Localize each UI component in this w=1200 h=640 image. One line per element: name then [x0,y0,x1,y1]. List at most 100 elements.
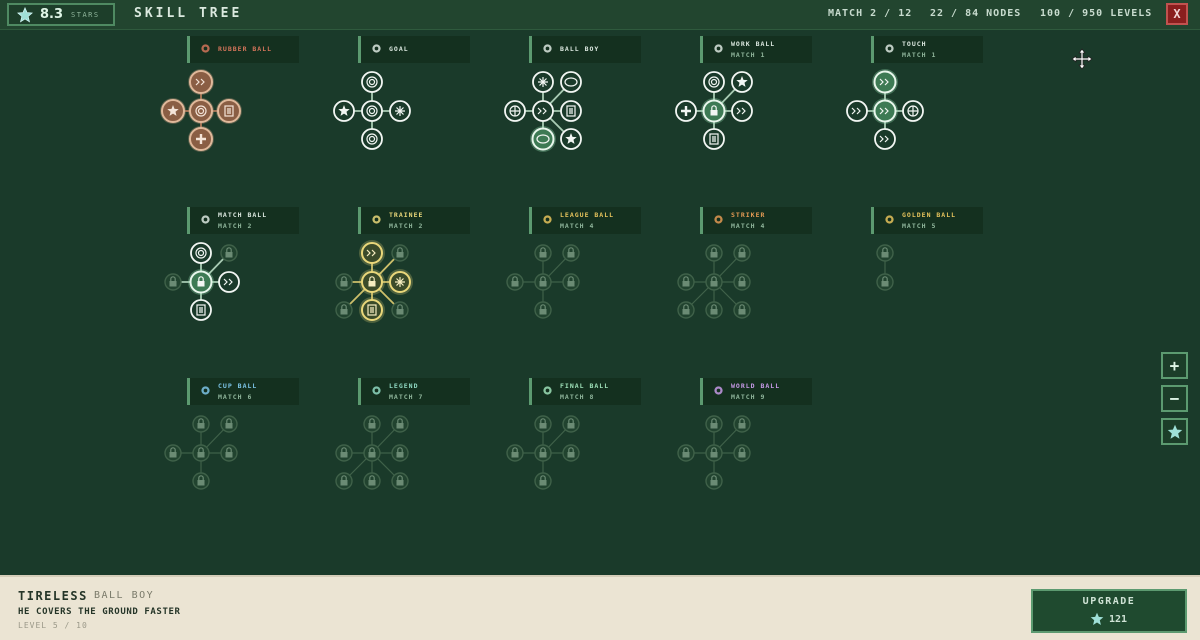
skill-node[interactable] [705,415,723,433]
skill-node[interactable] [874,128,896,150]
tree-header-legend[interactable]: LEGEND MATCH 7 [358,378,470,405]
skill-node[interactable] [363,472,381,490]
tree-header-golden-ball[interactable]: GOLDEN BALL MATCH 5 [871,207,983,234]
skill-node[interactable] [333,100,355,122]
skill-node[interactable] [391,244,409,262]
skill-node[interactable] [218,271,240,293]
skill-node[interactable] [705,472,723,490]
tree-header-goal[interactable]: GOAL [358,36,470,63]
tree-header-ball-boy[interactable]: BALL BOY [529,36,641,63]
skill-node[interactable] [534,301,552,319]
skill-node[interactable] [703,128,725,150]
skill-node[interactable] [675,100,697,122]
skill-node[interactable] [335,301,353,319]
skill-node[interactable] [733,244,751,262]
tree-header-world-ball[interactable]: WORLD BALL MATCH 9 [700,378,812,405]
skill-node[interactable] [731,100,753,122]
skill-node[interactable] [192,415,210,433]
skill-node[interactable] [872,69,898,95]
skill-node[interactable] [562,415,580,433]
skill-node[interactable] [560,100,582,122]
skill-node[interactable] [220,444,238,462]
skill-node[interactable] [188,69,214,95]
skill-node[interactable] [391,472,409,490]
skill-node[interactable] [705,301,723,319]
skill-node[interactable] [192,444,210,462]
skill-node[interactable] [164,444,182,462]
skill-node[interactable] [705,273,723,291]
skill-node[interactable] [359,297,385,323]
skill-node[interactable] [220,415,238,433]
skill-node[interactable] [190,299,212,321]
skill-node[interactable] [188,98,214,124]
skill-node[interactable] [335,273,353,291]
skill-node[interactable] [361,128,383,150]
skill-node[interactable] [701,98,727,124]
skill-node[interactable] [733,415,751,433]
skill-node[interactable] [391,301,409,319]
skill-node[interactable] [902,100,924,122]
skill-node[interactable] [190,242,212,264]
skill-node[interactable] [363,415,381,433]
skill-node[interactable] [562,273,580,291]
skill-node[interactable] [335,444,353,462]
skill-node[interactable] [534,273,552,291]
skill-node[interactable] [846,100,868,122]
skill-node[interactable] [361,71,383,93]
skill-node[interactable] [705,244,723,262]
skill-node[interactable] [160,98,186,124]
skill-node[interactable] [391,444,409,462]
skill-node[interactable] [164,273,182,291]
skill-node[interactable] [534,444,552,462]
tree-header-touch[interactable]: TOUCH MATCH 1 [871,36,983,63]
tree-header-rubber-ball[interactable]: RUBBER BALL [187,36,299,63]
skill-node[interactable] [534,244,552,262]
skill-node[interactable] [534,472,552,490]
zoom-in-button[interactable]: + [1161,352,1188,379]
skill-node[interactable] [560,128,582,150]
skill-node[interactable] [391,415,409,433]
skill-node[interactable] [192,472,210,490]
skill-node[interactable] [705,444,723,462]
skill-node[interactable] [504,100,526,122]
tree-header-match-ball[interactable]: MATCH BALL MATCH 2 [187,207,299,234]
skill-node[interactable] [876,273,894,291]
skill-node[interactable] [733,301,751,319]
skill-node[interactable] [361,100,383,122]
tree-header-work-ball[interactable]: WORK BALL MATCH 1 [700,36,812,63]
skill-node[interactable] [506,273,524,291]
skill-node[interactable] [560,71,582,93]
skill-node[interactable] [359,269,385,295]
skill-node[interactable] [363,444,381,462]
skill-node[interactable] [731,71,753,93]
tree-header-cup-ball[interactable]: CUP BALL MATCH 6 [187,378,299,405]
skill-node[interactable] [562,444,580,462]
skill-node[interactable] [872,98,898,124]
skill-node[interactable] [506,444,524,462]
skill-node[interactable] [703,71,725,93]
skill-node[interactable] [188,126,214,152]
upgrade-button[interactable]: UPGRADE 121 [1031,589,1187,633]
skill-node[interactable] [389,100,411,122]
skill-node[interactable] [733,444,751,462]
skill-node[interactable] [534,415,552,433]
skill-node[interactable] [216,98,242,124]
skill-node[interactable] [359,240,385,266]
skill-node[interactable] [677,444,695,462]
skill-node[interactable] [387,269,413,295]
tree-header-final-ball[interactable]: FINAL BALL MATCH 8 [529,378,641,405]
skill-node[interactable] [532,71,554,93]
skill-node[interactable] [733,273,751,291]
zoom-out-button[interactable]: − [1161,385,1188,412]
skill-node[interactable] [532,100,554,122]
tree-header-league-ball[interactable]: LEAGUE BALL MATCH 4 [529,207,641,234]
skill-node[interactable] [562,244,580,262]
tree-header-trainee[interactable]: TRAINEE MATCH 2 [358,207,470,234]
skill-node[interactable] [188,269,214,295]
tree-header-striker[interactable]: STRIKER MATCH 4 [700,207,812,234]
skill-node[interactable] [530,126,556,152]
skill-node[interactable] [677,301,695,319]
skill-node[interactable] [876,244,894,262]
skill-node[interactable] [335,472,353,490]
skill-node[interactable] [220,244,238,262]
